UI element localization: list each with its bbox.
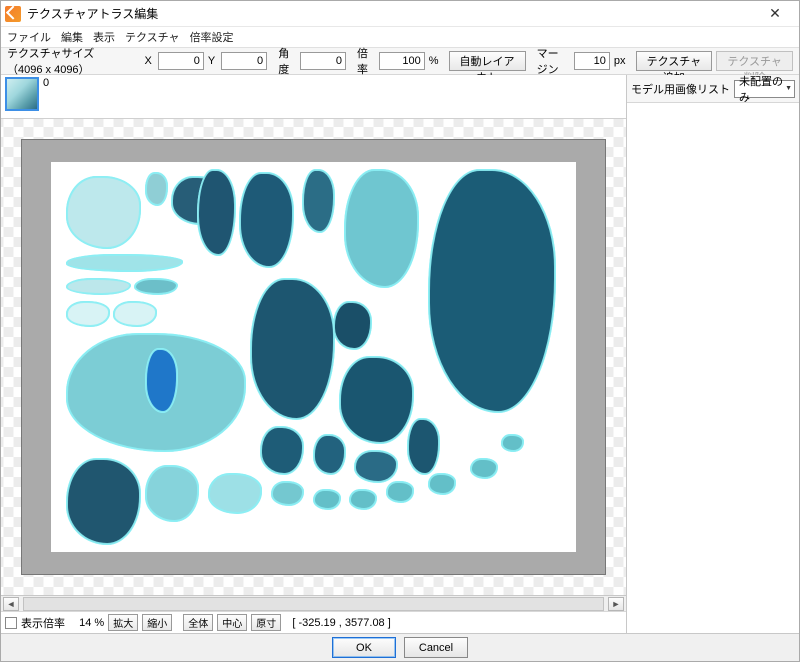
dropdown-value: 未配置のみ — [739, 73, 785, 105]
texture-piece[interactable] — [429, 170, 555, 412]
texture-piece[interactable] — [408, 419, 439, 474]
center-button[interactable]: 中心 — [217, 614, 247, 631]
toolbar: テクスチャサイズ（4096 x 4096） X Y 角度 倍率 % 自動レイアウ… — [1, 47, 799, 75]
texture-piece[interactable] — [146, 466, 198, 521]
scale-input[interactable] — [379, 52, 425, 70]
texture-piece[interactable] — [146, 173, 167, 204]
texture-piece[interactable] — [67, 302, 109, 325]
image-list-body — [627, 103, 799, 633]
texture-piece[interactable] — [114, 302, 156, 325]
scrollbar-track[interactable] — [23, 597, 604, 611]
scale-unit: % — [429, 55, 439, 67]
menu-scale-settings[interactable]: 倍率設定 — [190, 29, 234, 45]
texture-piece[interactable] — [314, 435, 345, 474]
texture-piece[interactable] — [340, 357, 413, 443]
cancel-button[interactable]: Cancel — [404, 637, 468, 658]
app-icon — [5, 6, 21, 22]
x-input[interactable] — [158, 52, 204, 70]
auto-layout-button[interactable]: 自動レイアウト — [449, 51, 526, 71]
fit-all-button[interactable]: 全体 — [183, 614, 213, 631]
texture-thumbnail-0[interactable] — [5, 77, 39, 111]
window-title: テクスチャアトラス編集 — [27, 5, 755, 22]
right-panel-header: モデル用画像リスト 未配置のみ ▼ — [627, 75, 799, 103]
texture-piece[interactable] — [135, 279, 177, 295]
texture-piece[interactable] — [251, 279, 335, 420]
texture-piece[interactable] — [355, 451, 397, 482]
zoom-label: 表示倍率 — [21, 615, 65, 631]
angle-input[interactable] — [300, 52, 346, 70]
texture-piece[interactable] — [209, 474, 261, 513]
title-bar: テクスチャアトラス編集 ✕ — [1, 1, 799, 27]
zoom-out-button[interactable]: 縮小 — [142, 614, 172, 631]
texture-piece[interactable] — [303, 170, 334, 232]
image-list-filter-dropdown[interactable]: 未配置のみ ▼ — [734, 80, 795, 98]
scroll-left-button[interactable]: ◄ — [3, 597, 19, 611]
texture-piece[interactable] — [67, 279, 130, 295]
x-label: X — [144, 55, 151, 67]
horizontal-scrollbar: ◄ ► — [1, 595, 626, 611]
texture-piece[interactable] — [387, 482, 413, 502]
texture-piece[interactable] — [471, 459, 497, 479]
actual-size-button[interactable]: 原寸 — [251, 614, 281, 631]
add-texture-button[interactable]: テクスチャ追加 — [636, 51, 713, 71]
texture-piece[interactable] — [350, 490, 376, 510]
status-bar: 表示倍率 14 % 拡大 縮小 全体 中心 原寸 [ -325.19 , 357… — [1, 611, 626, 633]
ok-button[interactable]: OK — [332, 637, 396, 658]
texture-piece[interactable] — [67, 177, 140, 247]
texture-piece[interactable] — [240, 173, 292, 267]
zoom-percent: 14 % — [79, 617, 104, 629]
texture-piece[interactable] — [67, 459, 140, 545]
angle-label: 角度 — [278, 45, 294, 77]
canvas-viewport[interactable] — [1, 119, 626, 595]
texture-atlas[interactable] — [51, 162, 576, 553]
margin-unit: px — [614, 55, 626, 67]
texture-piece[interactable] — [146, 349, 177, 411]
chevron-right-icon: ► — [612, 599, 621, 609]
texture-size-label: テクスチャサイズ（4096 x 4096） — [7, 45, 128, 77]
delete-texture-button: テクスチャ削除 — [716, 51, 793, 71]
texture-piece[interactable] — [272, 482, 303, 505]
menu-texture[interactable]: テクスチャ — [125, 29, 180, 45]
cursor-coords: [ -325.19 , 3577.08 ] — [292, 617, 390, 629]
margin-label: マージン — [537, 45, 568, 77]
canvas-background — [21, 139, 606, 575]
dialog-footer: OK Cancel — [1, 633, 799, 661]
y-label: Y — [208, 55, 215, 67]
scroll-right-button[interactable]: ► — [608, 597, 624, 611]
left-panel: 0 ◄ ► 表示倍率 14 % 拡大 縮小 全体 中心 原寸 [ -325.19… — [1, 75, 627, 633]
status-checkbox[interactable] — [5, 617, 17, 629]
texture-piece[interactable] — [198, 170, 235, 256]
main-area: 0 ◄ ► 表示倍率 14 % 拡大 縮小 全体 中心 原寸 [ -325.19… — [1, 75, 799, 633]
texture-piece[interactable] — [502, 435, 523, 451]
menu-view[interactable]: 表示 — [93, 29, 115, 45]
texture-piece[interactable] — [314, 490, 340, 510]
menu-edit[interactable]: 編集 — [61, 29, 83, 45]
chevron-down-icon: ▼ — [785, 85, 792, 92]
texture-thumbnail-label: 0 — [43, 77, 49, 89]
texture-piece[interactable] — [261, 427, 303, 474]
thumbnail-strip: 0 — [1, 75, 626, 119]
right-panel: モデル用画像リスト 未配置のみ ▼ — [627, 75, 799, 633]
zoom-in-button[interactable]: 拡大 — [108, 614, 138, 631]
close-button[interactable]: ✕ — [755, 2, 795, 26]
margin-input[interactable] — [574, 52, 610, 70]
y-input[interactable] — [221, 52, 267, 70]
menu-bar: ファイル 編集 表示 テクスチャ 倍率設定 — [1, 27, 799, 47]
menu-file[interactable]: ファイル — [7, 29, 51, 45]
scale-label: 倍率 — [357, 45, 373, 77]
texture-piece[interactable] — [67, 255, 182, 271]
chevron-left-icon: ◄ — [7, 599, 16, 609]
image-list-label: モデル用画像リスト — [631, 81, 730, 97]
texture-piece[interactable] — [429, 474, 455, 494]
close-icon: ✕ — [769, 5, 781, 22]
texture-piece[interactable] — [334, 302, 371, 349]
texture-piece[interactable] — [345, 170, 418, 287]
